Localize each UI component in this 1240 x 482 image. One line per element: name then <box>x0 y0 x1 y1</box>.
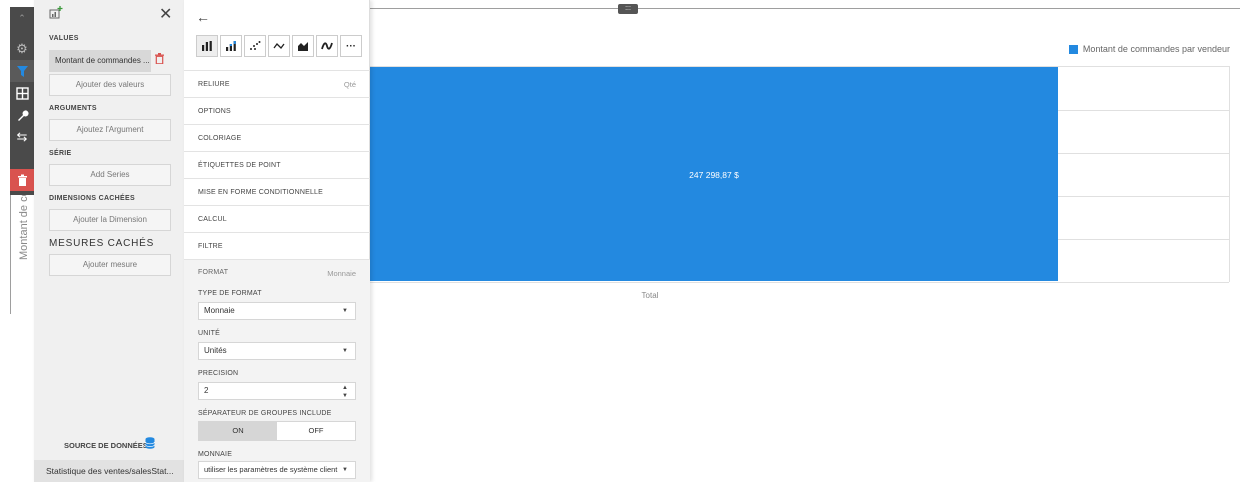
options-panel: ← ··· RELIURE Qté OPTIONS COLORIAGE ÉTIQ… <box>184 0 370 482</box>
series-label: SÉRIE <box>49 150 72 157</box>
chevron-down-icon: ▼ <box>342 467 348 473</box>
chevron-down-icon: ▼ <box>342 308 348 314</box>
option-value: Qté <box>343 80 356 89</box>
trash-icon[interactable] <box>10 169 34 191</box>
chart-type-selector: ··· <box>196 35 362 57</box>
currency-select[interactable]: utiliser les paramètres de système clien… <box>198 461 356 479</box>
add-series-button[interactable]: Add Series <box>49 164 171 186</box>
data-bindings-panel: ✕ VALUES Montant de commandes ... Ajoute… <box>34 0 184 482</box>
bar-chart-icon[interactable] <box>196 35 218 57</box>
spline-icon[interactable] <box>316 35 338 57</box>
y-axis-title: Montant de co <box>18 190 30 260</box>
option-label: ÉTIQUETTES DE POINT <box>198 162 281 169</box>
legend-label: Montant de commandes par vendeur <box>1082 44 1230 54</box>
format-type-label: TYPE DE FORMAT <box>198 290 262 297</box>
item-toolbar: ⌃ ⚙ ⇆ <box>10 7 34 195</box>
database-icon[interactable] <box>145 437 155 452</box>
format-type-select[interactable]: Monnaie ▼ <box>198 302 356 320</box>
option-row-calcul[interactable]: CALCUL <box>184 205 370 232</box>
unit-label: UNITÉ <box>198 330 220 337</box>
gridline <box>370 282 1229 283</box>
option-row-reliure[interactable]: RELIURE Qté <box>184 70 370 97</box>
value-item[interactable]: Montant de commandes ... <box>49 50 151 72</box>
filter-icon[interactable] <box>10 60 34 82</box>
add-measure-button[interactable]: Ajouter mesure <box>49 254 171 276</box>
layout-icon[interactable] <box>10 82 34 104</box>
currency-value: utiliser les paramètres de système clien… <box>204 465 338 474</box>
datasource-label: SOURCE DE DONNÉES <box>64 441 148 450</box>
option-label: MISE EN FORME CONDITIONNELLE <box>198 189 324 196</box>
datasource-value[interactable]: Statistique des ventes/salesStat... <box>34 460 184 482</box>
scatter-icon[interactable] <box>244 35 266 57</box>
unit-value: Unités <box>204 346 227 355</box>
gear-icon[interactable]: ⚙ <box>10 38 34 60</box>
area-icon[interactable] <box>292 35 314 57</box>
add-argument-button[interactable]: Ajoutez l'Argument <box>49 119 171 141</box>
option-row-coloriage[interactable]: COLORIAGE <box>184 124 370 151</box>
option-row-point-labels[interactable]: ÉTIQUETTES DE POINT <box>184 151 370 178</box>
wrench-icon[interactable] <box>10 104 34 126</box>
separator-toggle[interactable]: ON OFF <box>198 421 356 441</box>
option-label: COLORIAGE <box>198 135 242 142</box>
hidden-measures-label: MESURES CACHÉS <box>49 238 155 249</box>
add-values-button[interactable]: Ajouter des valeurs <box>49 74 171 96</box>
option-row-conditional-formatting[interactable]: MISE EN FORME CONDITIONNELLE <box>184 178 370 205</box>
hidden-dimensions-label: DIMENSIONS CACHÉES <box>49 195 135 202</box>
currency-label: MONNAIE <box>198 451 233 458</box>
precision-stepper[interactable]: 2 ▲ ▼ <box>198 382 356 400</box>
stacked-bar-icon[interactable] <box>220 35 242 57</box>
bar-data-label: 247 298,87 $ <box>689 170 739 180</box>
option-row-options[interactable]: OPTIONS <box>184 97 370 124</box>
format-label[interactable]: FORMAT <box>198 269 228 276</box>
option-label: OPTIONS <box>198 108 231 115</box>
collapse-icon[interactable]: ⌃ <box>10 7 34 29</box>
precision-value: 2 <box>204 386 209 395</box>
dashboard: ::: Montant de commandes par vendeur 247… <box>0 0 1240 482</box>
option-label: CALCUL <box>198 216 227 223</box>
separator-label: SÉPARATEUR DE GROUPES INCLUDE <box>198 410 332 417</box>
toolbar-spacer <box>10 142 34 170</box>
more-icon[interactable]: ··· <box>340 35 362 57</box>
stepper-arrows-icon[interactable]: ▲ ▼ <box>342 384 348 400</box>
add-chart-icon[interactable] <box>49 6 63 22</box>
back-arrow-icon[interactable]: ← <box>196 9 210 25</box>
drag-handle[interactable]: ::: <box>618 4 638 14</box>
chevron-down-icon: ▼ <box>342 348 348 354</box>
x-tick-label: Total <box>641 291 659 300</box>
legend-swatch <box>1068 44 1078 54</box>
option-label: RELIURE <box>198 81 230 88</box>
option-row-filtre[interactable]: FILTRE <box>184 232 370 259</box>
toggle-off[interactable]: OFF <box>277 422 355 440</box>
add-dimension-button[interactable]: Ajouter la Dimension <box>49 209 171 231</box>
line-icon[interactable] <box>268 35 290 57</box>
chart-legend[interactable]: Montant de commandes par vendeur <box>1068 44 1230 54</box>
option-label: FILTRE <box>198 243 223 250</box>
values-label: VALUES <box>49 35 79 42</box>
arguments-label: ARGUMENTS <box>49 105 97 112</box>
close-icon[interactable]: ✕ <box>159 7 172 23</box>
unit-select[interactable]: Unités ▼ <box>198 342 356 360</box>
format-value: Monnaie <box>327 269 356 278</box>
toggle-on[interactable]: ON <box>199 422 277 440</box>
precision-label: PRECISION <box>198 370 239 377</box>
format-type-value: Monnaie <box>204 306 235 315</box>
trash-icon[interactable] <box>155 53 164 67</box>
